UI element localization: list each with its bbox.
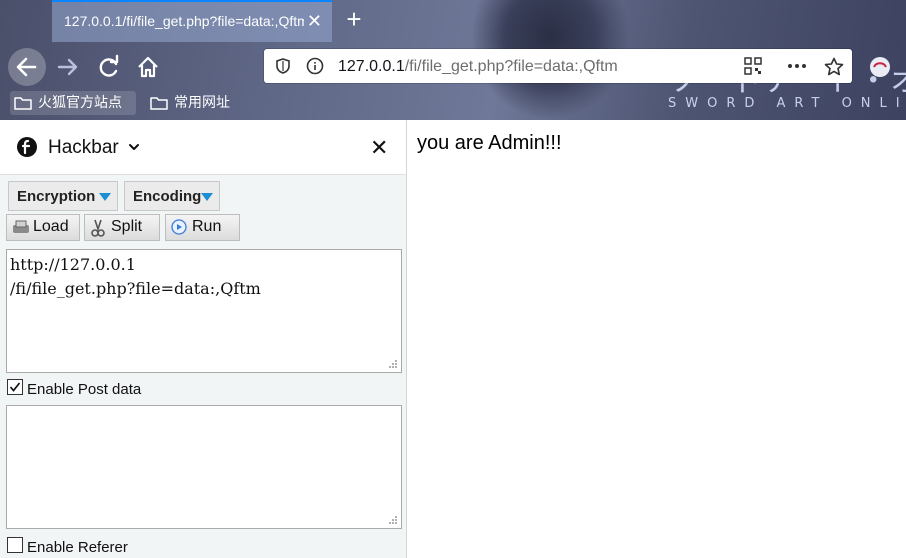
play-icon: [171, 219, 187, 235]
run-button[interactable]: Run: [165, 214, 240, 241]
arrow-right-icon: [57, 58, 78, 76]
encoding-label: Encoding: [133, 188, 202, 205]
url-textarea-value: http://127.0.0.1 /fi/file_get.php?file=d…: [10, 255, 261, 298]
enable-referer-label[interactable]: Enable Referer: [27, 539, 128, 556]
folder-icon: [14, 97, 32, 110]
tab-close-icon[interactable]: ✕: [307, 11, 322, 32]
encoding-dropdown[interactable]: Encoding: [124, 181, 220, 211]
home-icon: [138, 56, 158, 78]
resize-grip-icon[interactable]: [388, 515, 398, 525]
load-icon: [13, 220, 29, 233]
back-button[interactable]: [8, 48, 46, 86]
bookmark-label: 常用网址: [174, 95, 230, 111]
chevron-down-icon[interactable]: [128, 142, 140, 152]
url-host: 127.0.0.1: [338, 58, 405, 75]
checkmark-icon: [9, 382, 21, 392]
sidebar-title[interactable]: Hackbar: [48, 137, 119, 159]
bookmark-item-2[interactable]: 常用网址: [146, 91, 246, 115]
tab-title: 127.0.0.1/fi/file_get.php?file=data:,Qft…: [64, 13, 304, 29]
hackbar-icon: [17, 137, 37, 157]
enable-referer-checkbox[interactable]: [7, 537, 23, 553]
bookmark-item-1[interactable]: 火狐官方站点: [10, 91, 136, 115]
load-label: Load: [33, 218, 69, 235]
extension-icon[interactable]: [868, 55, 892, 79]
arrow-left-icon: [16, 57, 37, 77]
info-icon[interactable]: [306, 57, 324, 75]
browser-tab[interactable]: 127.0.0.1/fi/file_get.php?file=data:,Qft…: [52, 0, 332, 42]
url-text[interactable]: 127.0.0.1/fi/file_get.php?file=data:,Qft…: [338, 58, 618, 76]
page-content: you are Admin!!!: [407, 120, 906, 558]
scissors-icon: [91, 219, 105, 237]
encryption-dropdown[interactable]: Encryption: [8, 181, 118, 211]
post-data-textarea[interactable]: [6, 405, 402, 529]
bookmark-label: 火狐官方站点: [38, 95, 122, 111]
tracking-shield-icon[interactable]: [274, 57, 292, 75]
folder-icon: [150, 97, 168, 110]
qr-code-icon[interactable]: [744, 57, 762, 75]
split-button[interactable]: Split: [84, 214, 160, 241]
reload-button[interactable]: [92, 50, 126, 84]
split-label: Split: [111, 218, 143, 235]
url-path: /fi/file_get.php?file=data:,Qftm: [404, 58, 618, 75]
page-message: you are Admin!!!: [417, 132, 562, 154]
enable-post-label[interactable]: Enable Post data: [27, 381, 141, 398]
enable-post-checkbox[interactable]: [7, 379, 23, 395]
forward-button[interactable]: [52, 50, 86, 84]
bookmark-star-icon[interactable]: [824, 57, 844, 77]
sidebar-close-icon[interactable]: ✕: [370, 135, 388, 161]
more-actions-icon[interactable]: [786, 57, 808, 75]
dropdown-arrow-icon: [201, 193, 213, 201]
load-button[interactable]: Load: [6, 214, 80, 241]
bookmarks-toolbar: 火狐官方站点 常用网址: [0, 88, 906, 120]
dropdown-arrow-icon: [99, 193, 111, 201]
encryption-label: Encryption: [17, 188, 96, 205]
run-label: Run: [192, 218, 222, 235]
reload-icon: [99, 54, 119, 77]
browser-chrome: ソードアート・オンライン SWORD ART ONLINE 127.0.0.1/…: [0, 0, 906, 120]
url-bar[interactable]: 127.0.0.1/fi/file_get.php?file=data:,Qft…: [264, 49, 852, 83]
sidebar-header: Hackbar ✕: [0, 120, 406, 175]
new-tab-button[interactable]: +: [340, 4, 368, 34]
url-textarea[interactable]: http://127.0.0.1 /fi/file_get.php?file=d…: [6, 249, 402, 373]
resize-grip-icon[interactable]: [388, 359, 398, 369]
hackbar-sidebar: Hackbar ✕ Encryption Encoding Load Split: [0, 120, 407, 558]
home-button[interactable]: [131, 50, 165, 84]
